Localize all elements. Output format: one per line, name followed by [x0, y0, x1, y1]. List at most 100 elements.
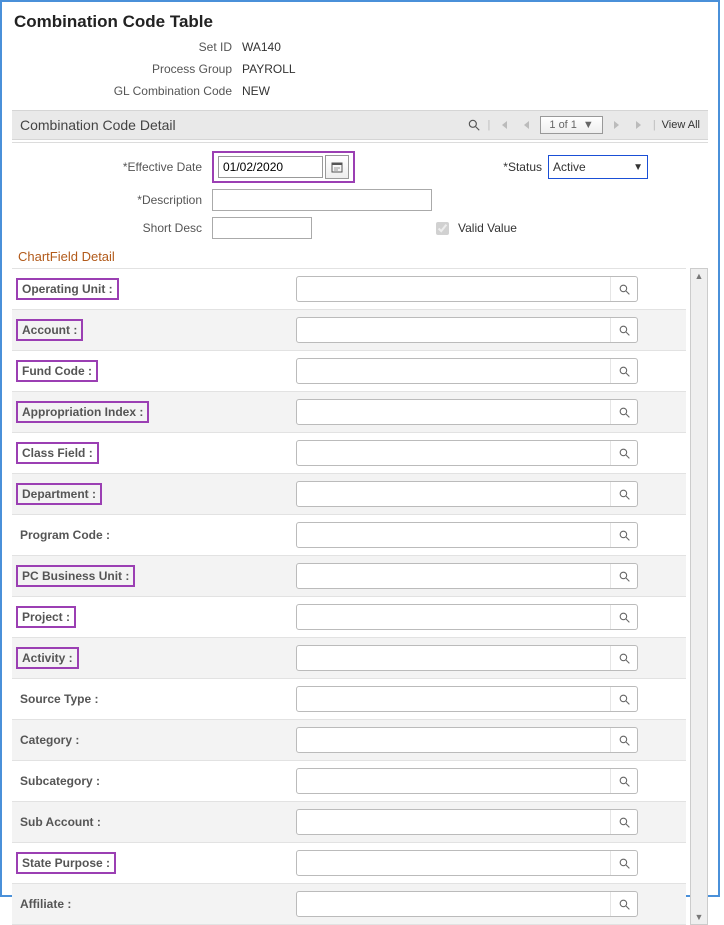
- chartfield-lookup: [296, 399, 638, 425]
- calendar-icon[interactable]: [325, 155, 349, 179]
- scroll-down-icon[interactable]: ▼: [695, 910, 704, 924]
- chartfield-label: Operating Unit :: [16, 278, 119, 300]
- chartfield-input[interactable]: [297, 851, 610, 875]
- lookup-icon[interactable]: [610, 318, 637, 342]
- chartfield-label: Subcategory :: [16, 772, 104, 790]
- gl-combo-value: NEW: [242, 82, 708, 100]
- short-desc-label: Short Desc: [12, 221, 212, 235]
- chartfield-label: Department :: [16, 483, 102, 505]
- chartfield-input[interactable]: [297, 564, 610, 588]
- chartfield-row: Activity :: [12, 638, 686, 679]
- chartfield-input[interactable]: [297, 646, 610, 670]
- dropdown-caret-icon: ▼: [633, 162, 643, 173]
- status-value: Active: [553, 160, 586, 174]
- divider: |: [488, 119, 491, 131]
- chartfield-label: Activity :: [16, 647, 79, 669]
- chartfield-input[interactable]: [297, 318, 610, 342]
- chartfield-row: Source Type :: [12, 679, 686, 720]
- chartfield-lookup: [296, 522, 638, 548]
- chartfield-lookup: [296, 604, 638, 630]
- chartfield-lookup: [296, 440, 638, 466]
- lookup-icon[interactable]: [610, 441, 637, 465]
- chartfield-input[interactable]: [297, 400, 610, 424]
- find-icon[interactable]: [466, 117, 482, 133]
- lookup-icon[interactable]: [610, 564, 637, 588]
- chartfield-lookup: [296, 645, 638, 671]
- chartfield-label: State Purpose :: [16, 852, 116, 874]
- process-group-label: Process Group: [12, 60, 242, 78]
- chartfield-input[interactable]: [297, 523, 610, 547]
- lookup-icon[interactable]: [610, 646, 637, 670]
- effective-date-input[interactable]: [218, 156, 323, 178]
- chartfield-label: PC Business Unit :: [16, 565, 135, 587]
- lookup-icon[interactable]: [610, 769, 637, 793]
- chartfield-row: Class Field :: [12, 433, 686, 474]
- set-id-value: WA140: [242, 38, 708, 56]
- chartfield-row: Department :: [12, 474, 686, 515]
- first-page-icon[interactable]: [496, 117, 512, 133]
- lookup-icon[interactable]: [610, 482, 637, 506]
- valid-value-label: Valid Value: [458, 221, 517, 235]
- lookup-icon[interactable]: [610, 851, 637, 875]
- description-input[interactable]: [212, 189, 432, 211]
- lookup-icon[interactable]: [610, 277, 637, 301]
- lookup-icon[interactable]: [610, 728, 637, 752]
- chartfield-input[interactable]: [297, 482, 610, 506]
- lookup-icon[interactable]: [610, 605, 637, 629]
- description-label: *Description: [12, 193, 212, 207]
- status-select[interactable]: Active ▼: [548, 155, 648, 179]
- chartfield-lookup: [296, 768, 638, 794]
- last-page-icon[interactable]: [631, 117, 647, 133]
- chartfield-input[interactable]: [297, 359, 610, 383]
- valid-value-checkbox: [436, 222, 449, 235]
- chartfield-row: Category :: [12, 720, 686, 761]
- chartfield-input[interactable]: [297, 441, 610, 465]
- view-all-link[interactable]: View All: [662, 119, 700, 131]
- scroll-up-icon[interactable]: ▲: [695, 269, 704, 283]
- chartfield-row: State Purpose :: [12, 843, 686, 884]
- prev-page-icon[interactable]: [518, 117, 534, 133]
- chartfield-row: Fund Code :: [12, 351, 686, 392]
- chartfield-label: Fund Code :: [16, 360, 98, 382]
- vertical-scrollbar[interactable]: ▲ ▼: [690, 268, 708, 925]
- lookup-icon[interactable]: [610, 359, 637, 383]
- effective-date-highlight: [212, 151, 355, 183]
- page-indicator[interactable]: 1 of 1 ▼: [540, 116, 602, 134]
- chartfield-label: Source Type :: [16, 690, 102, 708]
- pager-caret-icon: ▼: [583, 119, 594, 131]
- lookup-icon[interactable]: [610, 400, 637, 424]
- process-group-value: PAYROLL: [242, 60, 708, 78]
- chartfield-input[interactable]: [297, 810, 610, 834]
- chartfield-label: Category :: [16, 731, 83, 749]
- chartfield-lookup: [296, 358, 638, 384]
- chartfield-input[interactable]: [297, 728, 610, 752]
- chartfield-row: Sub Account :: [12, 802, 686, 843]
- chartfield-lookup: [296, 809, 638, 835]
- chartfield-input[interactable]: [297, 769, 610, 793]
- short-desc-input[interactable]: [212, 217, 312, 239]
- chartfield-row: Project :: [12, 597, 686, 638]
- chartfield-lookup: [296, 481, 638, 507]
- lookup-icon[interactable]: [610, 687, 637, 711]
- status-label: *Status: [503, 160, 542, 174]
- chartfield-row: PC Business Unit :: [12, 556, 686, 597]
- pager-text: 1 of 1: [549, 119, 577, 131]
- chartfield-label: Program Code :: [16, 526, 114, 544]
- chartfield-row: Affiliate :: [12, 884, 686, 925]
- page-title: Combination Code Table: [14, 12, 708, 32]
- lookup-icon[interactable]: [610, 523, 637, 547]
- effective-date-label: *Effective Date: [12, 160, 212, 174]
- section-title: Combination Code Detail: [20, 117, 176, 133]
- set-id-label: Set ID: [12, 38, 242, 56]
- chartfield-detail-title: ChartField Detail: [18, 249, 708, 264]
- chartfield-label: Project :: [16, 606, 76, 628]
- chartfield-input[interactable]: [297, 605, 610, 629]
- chartfield-input[interactable]: [297, 277, 610, 301]
- chartfield-input[interactable]: [297, 892, 610, 916]
- next-page-icon[interactable]: [609, 117, 625, 133]
- lookup-icon[interactable]: [610, 810, 637, 834]
- chartfield-row: Subcategory :: [12, 761, 686, 802]
- lookup-icon[interactable]: [610, 892, 637, 916]
- chartfield-label: Appropriation Index :: [16, 401, 149, 423]
- chartfield-input[interactable]: [297, 687, 610, 711]
